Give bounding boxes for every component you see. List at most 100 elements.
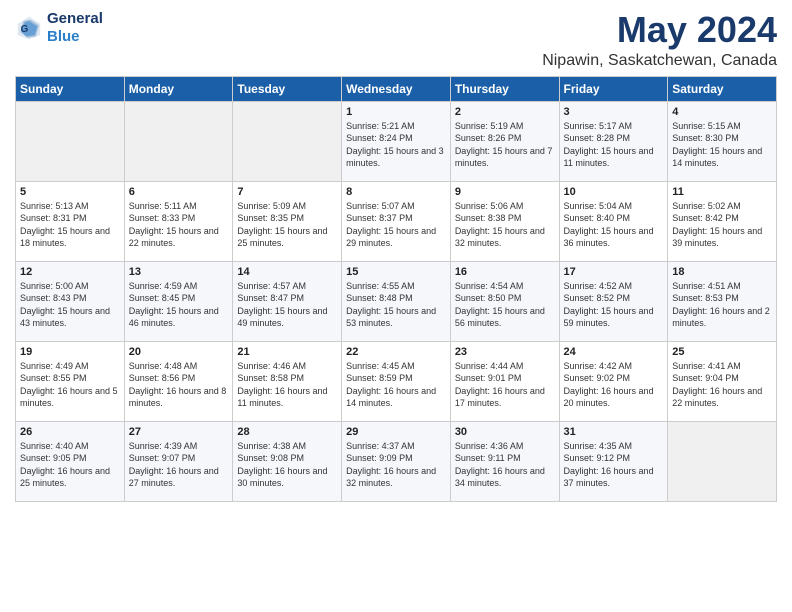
calendar-cell: [668, 421, 777, 501]
calendar-cell: 25 Sunrise: 4:41 AM Sunset: 9:04 PM Dayli…: [668, 341, 777, 421]
calendar-cell: 30Sunrise: 4:36 AM Sunset: 9:11 PM Dayli…: [450, 421, 559, 501]
calendar-cell: [233, 101, 342, 181]
day-number: 4: [672, 106, 772, 118]
page-header: G General Blue May 2024 Nipawin, Saskatc…: [15, 10, 777, 70]
calendar-cell: 4 Sunrise: 5:15 AM Sunset: 8:30 PM Daylig…: [668, 101, 777, 181]
calendar-cell: 22 Sunrise: 4:45 AM Sunset: 8:59 PM Dayli…: [342, 341, 451, 421]
calendar-cell: [16, 101, 125, 181]
header-wednesday: Wednesday: [342, 76, 451, 101]
day-number: 15: [346, 266, 446, 278]
logo-icon: G: [15, 14, 43, 42]
calendar-cell: 15 Sunrise: 4:55 AM Sunset: 8:48 PM Dayli…: [342, 261, 451, 341]
calendar-cell: 29 Sunrise: 4:37 AM Sunset: 9:09 PM Dayli…: [342, 421, 451, 501]
day-info: Sunrise: 4:37 AM Sunset: 9:09 PM Dayligh…: [346, 440, 446, 490]
weekday-header-row: SundayMondayTuesdayWednesdayThursdayFrid…: [16, 76, 777, 101]
day-info: Sunrise: 5:13 AM Sunset: 8:31 PM Dayligh…: [20, 200, 120, 250]
day-number: 16: [455, 266, 555, 278]
day-info: Sunrise: 4:36 AM Sunset: 9:11 PM Dayligh…: [455, 440, 555, 490]
week-row-2: 5 Sunrise: 5:13 AM Sunset: 8:31 PM Daylig…: [16, 181, 777, 261]
calendar-cell: 23 Sunrise: 4:44 AM Sunset: 9:01 PM Dayli…: [450, 341, 559, 421]
day-info: Sunrise: 5:19 AM Sunset: 8:26 PM Dayligh…: [455, 120, 555, 170]
calendar-cell: 9 Sunrise: 5:06 AM Sunset: 8:38 PM Daylig…: [450, 181, 559, 261]
day-number: 1: [346, 106, 446, 118]
day-number: 7: [237, 186, 337, 198]
calendar-cell: 20 Sunrise: 4:48 AM Sunset: 8:56 PM Dayli…: [124, 341, 233, 421]
day-info: Sunrise: 5:02 AM Sunset: 8:42 PM Dayligh…: [672, 200, 772, 250]
day-info: Sunrise: 4:46 AM Sunset: 8:58 PM Dayligh…: [237, 360, 337, 410]
day-number: 20: [129, 346, 229, 358]
day-number: 25: [672, 346, 772, 358]
day-info: Sunrise: 4:39 AM Sunset: 9:07 PM Dayligh…: [129, 440, 229, 490]
week-row-5: 26Sunrise: 4:40 AM Sunset: 9:05 PM Dayli…: [16, 421, 777, 501]
day-info: Sunrise: 4:35 AM Sunset: 9:12 PM Dayligh…: [564, 440, 664, 490]
header-saturday: Saturday: [668, 76, 777, 101]
day-info: Sunrise: 5:21 AM Sunset: 8:24 PM Dayligh…: [346, 120, 446, 170]
calendar-cell: 13Sunrise: 4:59 AM Sunset: 8:45 PM Dayli…: [124, 261, 233, 341]
day-info: Sunrise: 4:57 AM Sunset: 8:47 PM Dayligh…: [237, 280, 337, 330]
day-number: 13: [129, 266, 229, 278]
header-thursday: Thursday: [450, 76, 559, 101]
day-info: Sunrise: 4:45 AM Sunset: 8:59 PM Dayligh…: [346, 360, 446, 410]
calendar-cell: 6 Sunrise: 5:11 AM Sunset: 8:33 PM Daylig…: [124, 181, 233, 261]
day-info: Sunrise: 5:09 AM Sunset: 8:35 PM Dayligh…: [237, 200, 337, 250]
day-info: Sunrise: 4:49 AM Sunset: 8:55 PM Dayligh…: [20, 360, 120, 410]
location-title: Nipawin, Saskatchewan, Canada: [542, 52, 777, 70]
calendar-cell: 18 Sunrise: 4:51 AM Sunset: 8:53 PM Dayli…: [668, 261, 777, 341]
day-number: 3: [564, 106, 664, 118]
day-number: 14: [237, 266, 337, 278]
day-number: 23: [455, 346, 555, 358]
day-info: Sunrise: 4:52 AM Sunset: 8:52 PM Dayligh…: [564, 280, 664, 330]
header-friday: Friday: [559, 76, 668, 101]
calendar-cell: 17Sunrise: 4:52 AM Sunset: 8:52 PM Dayli…: [559, 261, 668, 341]
day-number: 5: [20, 186, 120, 198]
calendar-cell: 24Sunrise: 4:42 AM Sunset: 9:02 PM Dayli…: [559, 341, 668, 421]
logo: G General Blue: [15, 10, 103, 46]
logo-text: General Blue: [47, 10, 103, 46]
calendar-cell: 19 Sunrise: 4:49 AM Sunset: 8:55 PM Dayli…: [16, 341, 125, 421]
month-title: May 2024: [542, 10, 777, 50]
calendar-cell: 14 Sunrise: 4:57 AM Sunset: 8:47 PM Dayli…: [233, 261, 342, 341]
calendar-cell: 11 Sunrise: 5:02 AM Sunset: 8:42 PM Dayli…: [668, 181, 777, 261]
day-number: 24: [564, 346, 664, 358]
day-info: Sunrise: 5:15 AM Sunset: 8:30 PM Dayligh…: [672, 120, 772, 170]
calendar-table: SundayMondayTuesdayWednesdayThursdayFrid…: [15, 76, 777, 502]
day-number: 21: [237, 346, 337, 358]
day-info: Sunrise: 4:55 AM Sunset: 8:48 PM Dayligh…: [346, 280, 446, 330]
day-info: Sunrise: 5:00 AM Sunset: 8:43 PM Dayligh…: [20, 280, 120, 330]
week-row-3: 12 Sunrise: 5:00 AM Sunset: 8:43 PM Dayli…: [16, 261, 777, 341]
day-number: 2: [455, 106, 555, 118]
day-info: Sunrise: 4:44 AM Sunset: 9:01 PM Dayligh…: [455, 360, 555, 410]
calendar-cell: 16Sunrise: 4:54 AM Sunset: 8:50 PM Dayli…: [450, 261, 559, 341]
day-info: Sunrise: 4:51 AM Sunset: 8:53 PM Dayligh…: [672, 280, 772, 330]
day-number: 19: [20, 346, 120, 358]
day-number: 29: [346, 426, 446, 438]
day-number: 11: [672, 186, 772, 198]
header-tuesday: Tuesday: [233, 76, 342, 101]
day-number: 27: [129, 426, 229, 438]
day-number: 12: [20, 266, 120, 278]
calendar-cell: 12 Sunrise: 5:00 AM Sunset: 8:43 PM Dayli…: [16, 261, 125, 341]
header-monday: Monday: [124, 76, 233, 101]
calendar-cell: 10 Sunrise: 5:04 AM Sunset: 8:40 PM Dayli…: [559, 181, 668, 261]
day-number: 6: [129, 186, 229, 198]
day-number: 31: [564, 426, 664, 438]
day-number: 22: [346, 346, 446, 358]
day-number: 18: [672, 266, 772, 278]
day-info: Sunrise: 5:04 AM Sunset: 8:40 PM Dayligh…: [564, 200, 664, 250]
day-info: Sunrise: 5:07 AM Sunset: 8:37 PM Dayligh…: [346, 200, 446, 250]
calendar-cell: 27 Sunrise: 4:39 AM Sunset: 9:07 PM Dayli…: [124, 421, 233, 501]
calendar-cell: 7 Sunrise: 5:09 AM Sunset: 8:35 PM Daylig…: [233, 181, 342, 261]
day-number: 9: [455, 186, 555, 198]
day-info: Sunrise: 5:06 AM Sunset: 8:38 PM Dayligh…: [455, 200, 555, 250]
calendar-cell: 8Sunrise: 5:07 AM Sunset: 8:37 PM Daylig…: [342, 181, 451, 261]
day-info: Sunrise: 4:41 AM Sunset: 9:04 PM Dayligh…: [672, 360, 772, 410]
calendar-cell: 3Sunrise: 5:17 AM Sunset: 8:28 PM Daylig…: [559, 101, 668, 181]
day-number: 10: [564, 186, 664, 198]
week-row-4: 19 Sunrise: 4:49 AM Sunset: 8:55 PM Dayli…: [16, 341, 777, 421]
calendar-cell: 5 Sunrise: 5:13 AM Sunset: 8:31 PM Daylig…: [16, 181, 125, 261]
week-row-1: 1 Sunrise: 5:21 AM Sunset: 8:24 PM Daylig…: [16, 101, 777, 181]
day-info: Sunrise: 4:48 AM Sunset: 8:56 PM Dayligh…: [129, 360, 229, 410]
day-info: Sunrise: 5:11 AM Sunset: 8:33 PM Dayligh…: [129, 200, 229, 250]
calendar-cell: 2 Sunrise: 5:19 AM Sunset: 8:26 PM Daylig…: [450, 101, 559, 181]
calendar-cell: 26Sunrise: 4:40 AM Sunset: 9:05 PM Dayli…: [16, 421, 125, 501]
